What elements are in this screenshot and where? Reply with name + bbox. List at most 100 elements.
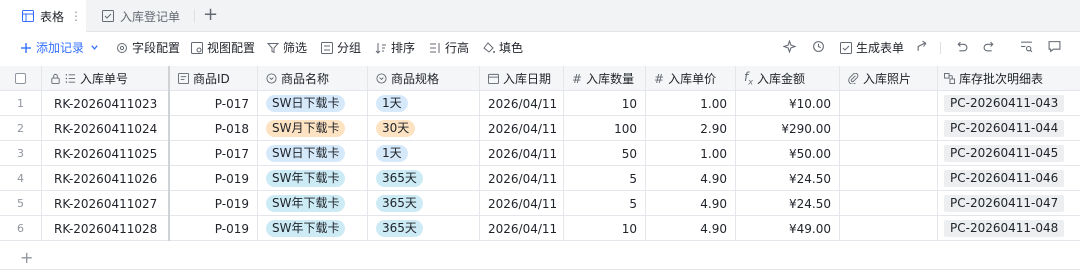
cell-pid[interactable]: P-019 — [170, 166, 258, 191]
cell-date[interactable]: 2026/04/11 — [480, 191, 564, 216]
cell-spec[interactable]: 365天 — [368, 191, 480, 216]
cell-photo[interactable] — [840, 116, 938, 141]
cell-no[interactable]: RK-20260411023 — [42, 91, 170, 116]
sparkle-icon[interactable] — [783, 40, 796, 53]
cell-spec[interactable]: 365天 — [368, 166, 480, 191]
cell-price[interactable]: 4.90 — [646, 216, 736, 241]
add-tab-button[interactable]: + — [203, 5, 218, 25]
cell-pid[interactable]: P-019 — [170, 191, 258, 216]
search-list-icon[interactable] — [1020, 40, 1033, 53]
cell-price[interactable]: 2.90 — [646, 116, 736, 141]
add-record-button[interactable]: 添加记录 — [20, 39, 103, 56]
cell-price[interactable]: 1.00 — [646, 141, 736, 166]
cell-photo[interactable] — [840, 141, 938, 166]
select-all-cell[interactable] — [0, 66, 42, 91]
col-header-spec[interactable]: 商品规格 — [368, 66, 480, 91]
table-row[interactable]: 6 RK-20260411028 P-019 SW年下载卡 365天 2026/04/11… — [0, 216, 1080, 241]
cell-price[interactable]: 4.90 — [646, 191, 736, 216]
cell-pid[interactable]: P-018 — [170, 116, 258, 141]
row-height-button[interactable]: 行高 — [429, 39, 469, 56]
select-all-checkbox[interactable] — [15, 73, 26, 84]
cell-date[interactable]: 2026/04/11 — [480, 166, 564, 191]
cell-spec[interactable]: 30天 — [368, 116, 480, 141]
table-row[interactable]: 4 RK-20260411026 P-019 SW年下载卡 365天 2026/04/11… — [0, 166, 1080, 191]
cell-spec[interactable]: 1天 — [368, 141, 480, 166]
filter-button[interactable]: 筛选 — [267, 39, 307, 56]
cell-qty[interactable]: 5 — [564, 166, 646, 191]
cell-date[interactable]: 2026/04/11 — [480, 116, 564, 141]
col-header-date[interactable]: 入库日期 — [480, 66, 564, 91]
generate-form-button[interactable]: 生成表单 — [840, 39, 904, 56]
col-header-amt[interactable]: fx 入库金额 — [736, 66, 840, 91]
col-header-name[interactable]: 商品名称 — [258, 66, 368, 91]
cell-pid[interactable]: P-017 — [170, 141, 258, 166]
cell-qty[interactable]: 10 — [564, 216, 646, 241]
cell-no[interactable]: RK-20260411027 — [42, 191, 170, 216]
cell-amt[interactable]: ¥49.00 — [736, 216, 840, 241]
cell-batch[interactable]: PC-20260411-048 — [938, 216, 1080, 241]
cell-amt[interactable]: ¥24.50 — [736, 191, 840, 216]
cell-name[interactable]: SW月下载卡 — [258, 116, 368, 141]
more-icon[interactable]: ⋮ — [70, 9, 82, 23]
add-row-button[interactable]: + — [0, 246, 1080, 270]
cell-amt[interactable]: ¥10.00 — [736, 91, 840, 116]
col-header-photo[interactable]: 入库照片 — [840, 66, 938, 91]
row-index[interactable]: 5 — [0, 191, 42, 216]
cell-spec[interactable]: 1天 — [368, 91, 480, 116]
row-index[interactable]: 2 — [0, 116, 42, 141]
cell-no[interactable]: RK-20260411028 — [42, 216, 170, 241]
table-row[interactable]: 3 RK-20260411025 P-017 SW日下载卡 1天 2026/04/11 50… — [0, 141, 1080, 166]
field-config-button[interactable]: 字段配置 — [116, 39, 180, 56]
cell-batch[interactable]: PC-20260411-047 — [938, 191, 1080, 216]
history-icon[interactable] — [812, 40, 825, 53]
col-header-batch[interactable]: 库存批次明细表 — [938, 66, 1080, 91]
cell-name[interactable]: SW年下载卡 — [258, 166, 368, 191]
table-row[interactable]: 2 RK-20260411024 P-018 SW月下载卡 30天 2026/04/11 1… — [0, 116, 1080, 141]
cell-qty[interactable]: 50 — [564, 141, 646, 166]
cell-amt[interactable]: ¥50.00 — [736, 141, 840, 166]
redo-icon[interactable] — [983, 40, 996, 53]
cell-date[interactable]: 2026/04/11 — [480, 141, 564, 166]
cell-amt[interactable]: ¥24.50 — [736, 166, 840, 191]
cell-date[interactable]: 2026/04/11 — [480, 91, 564, 116]
cell-price[interactable]: 1.00 — [646, 91, 736, 116]
tab-table[interactable]: 表格 ⋮ — [0, 0, 86, 32]
cell-qty[interactable]: 5 — [564, 191, 646, 216]
group-button[interactable]: 分组 — [321, 39, 361, 56]
fill-color-button[interactable]: 填色 — [483, 39, 523, 56]
row-index[interactable]: 6 — [0, 216, 42, 241]
table-row[interactable]: 5 RK-20260411027 P-019 SW年下载卡 365天 2026/04/11… — [0, 191, 1080, 216]
undo-icon[interactable] — [955, 40, 968, 53]
cell-name[interactable]: SW日下载卡 — [258, 91, 368, 116]
cell-photo[interactable] — [840, 191, 938, 216]
cell-name[interactable]: SW年下载卡 — [258, 191, 368, 216]
share-icon[interactable] — [916, 40, 929, 53]
cell-pid[interactable]: P-019 — [170, 216, 258, 241]
cell-no[interactable]: RK-20260411024 — [42, 116, 170, 141]
cell-amt[interactable]: ¥290.00 — [736, 116, 840, 141]
view-config-button[interactable]: 视图配置 — [191, 39, 255, 56]
cell-batch[interactable]: PC-20260411-044 — [938, 116, 1080, 141]
cell-spec[interactable]: 365天 — [368, 216, 480, 241]
cell-date[interactable]: 2026/04/11 — [480, 216, 564, 241]
comment-icon[interactable] — [1048, 40, 1061, 53]
row-index[interactable]: 1 — [0, 91, 42, 116]
cell-batch[interactable]: PC-20260411-043 — [938, 91, 1080, 116]
col-header-pid[interactable]: 商品ID — [170, 66, 258, 91]
cell-batch[interactable]: PC-20260411-045 — [938, 141, 1080, 166]
cell-no[interactable]: RK-20260411026 — [42, 166, 170, 191]
col-header-no[interactable]: 入库单号 — [42, 66, 170, 91]
cell-photo[interactable] — [840, 91, 938, 116]
cell-photo[interactable] — [840, 216, 938, 241]
cell-batch[interactable]: PC-20260411-046 — [938, 166, 1080, 191]
cell-name[interactable]: SW日下载卡 — [258, 141, 368, 166]
cell-photo[interactable] — [840, 166, 938, 191]
row-index[interactable]: 3 — [0, 141, 42, 166]
tab-inbound-form[interactable]: 入库登记单 — [86, 0, 194, 32]
table-row[interactable]: 1 RK-20260411023 P-017 SW日下载卡 1天 2026/04/11 10… — [0, 91, 1080, 116]
cell-no[interactable]: RK-20260411025 — [42, 141, 170, 166]
cell-qty[interactable]: 100 — [564, 116, 646, 141]
cell-name[interactable]: SW年下载卡 — [258, 216, 368, 241]
col-header-price[interactable]: # 入库单价 — [646, 66, 736, 91]
row-index[interactable]: 4 — [0, 166, 42, 191]
